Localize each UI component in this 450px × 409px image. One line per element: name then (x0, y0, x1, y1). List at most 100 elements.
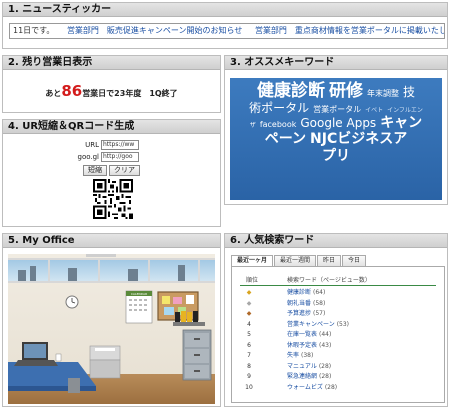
ranking-row: 10 ウォームビズ (28) (232, 383, 444, 392)
popular-search-panel: 6. 人気検索ワード 最近一ヶ月 最近一週間 昨日 今日 順位 検索ワード（ページビュ… (224, 233, 448, 407)
pageview-count: (43) (319, 341, 332, 349)
rank-number: 8 (247, 362, 251, 370)
pageview-count: (28) (318, 362, 332, 370)
keyword-link[interactable]: インフルエン (387, 107, 423, 115)
search-keyword-link[interactable]: 予算進捗 (57) (287, 309, 325, 318)
clear-button[interactable]: クリア (109, 165, 140, 176)
search-keyword-link[interactable]: マニュアル (28) (287, 362, 331, 371)
news-ticker-title: 1. ニュースティッカー (3, 3, 447, 17)
rank-number: 4 (247, 320, 251, 328)
keyword-link[interactable]: 術ポータル (249, 101, 309, 116)
keyword-link[interactable]: Google Apps (300, 117, 376, 131)
keyword-link[interactable]: プリ (322, 148, 350, 164)
popular-search-title: 6. 人気検索ワード (225, 234, 447, 248)
ticker-item[interactable]: 営業部門 販売促進キャンペーン開始のお知らせ (67, 26, 242, 35)
search-keyword-link[interactable]: ウォームビズ (28) (287, 383, 337, 392)
ranking-row: 5 在庫一覧表 (44) (232, 330, 444, 339)
remaining-prefix: あと (45, 89, 62, 98)
keyword-link[interactable]: facebook (260, 120, 297, 129)
rank-number: 10 (245, 383, 253, 391)
pageview-count: (58) (313, 299, 326, 307)
pageview-count: (53) (336, 320, 350, 328)
news-ticker: 11日です。 営業部門 販売促進キャンペーン開始のお知らせ 営業部門 重点商材情… (9, 23, 445, 39)
short-url-output[interactable]: http://goo (101, 152, 139, 162)
news-ticker-panel: 1. ニュースティッカー 11日です。 営業部門 販売促進キャンペーン開始のお知… (2, 2, 448, 49)
googl-row: goo.gl http://goo (77, 152, 139, 162)
shorten-button[interactable]: 短縮 (83, 165, 107, 176)
ranking-row: 9 緊急連絡網 (28) (232, 372, 444, 381)
pageview-count: (28) (324, 383, 338, 391)
ranking-row: 4 営業キャンペーン (53) (232, 320, 444, 329)
ranking-row: ◆ 朝礼当番 (58) (232, 299, 444, 308)
keyword-link[interactable]: ペーン (265, 131, 306, 147)
rank-column-header: 順位 (246, 277, 259, 284)
keywords-title: 3. オススメキーワード (225, 56, 447, 70)
keyword-link[interactable]: 年末調整 (367, 89, 399, 98)
tab-last-week[interactable]: 最近一週間 (274, 255, 317, 266)
ticker-item[interactable]: 営業部門 重点商材情報を営業ポータルに掲載いたしま (255, 26, 444, 35)
url-shortener-panel: 4. UR短縮＆QRコード生成 URL https://ww goo.gl http… (2, 119, 221, 227)
search-keyword[interactable]: 緊急連絡網 (287, 373, 317, 380)
tab-last-month[interactable]: 最近一ヶ月 (231, 255, 274, 266)
googl-label: goo.gl (77, 153, 100, 161)
keyword-link[interactable]: 研修 (329, 81, 363, 102)
calendar-label: CALENDAR (131, 292, 147, 296)
keyword-link[interactable]: キャン (380, 115, 422, 131)
search-keyword-link[interactable]: 緊急連絡網 (28) (287, 372, 331, 381)
search-keyword-link[interactable]: 在庫一覧表 (44) (287, 330, 331, 339)
ranking-row: ◆ 健康診断 (64) (232, 288, 444, 297)
pageview-count: (57) (313, 310, 326, 317)
pageview-count: (38) (301, 352, 314, 359)
trophy-icon: ◆ (246, 289, 252, 296)
keywords-panel: 3. オススメキーワード 健康診断 研修 年末調整技 術ポータル 営業ポータル イベトイ… (224, 55, 448, 205)
header-divider (240, 285, 436, 286)
remaining-days-panel: 2. 残り営業日表示 あと86営業日で23年度 1Q終了 (2, 55, 221, 113)
search-keyword[interactable]: 失率 (287, 352, 299, 359)
search-keyword-link[interactable]: 失率 (38) (287, 351, 313, 360)
keyword-link[interactable]: 営業ポータル (313, 105, 361, 114)
ranking-row: 8 マニュアル (28) (232, 362, 444, 371)
qr-code (93, 179, 133, 219)
keyword-link[interactable]: イベト (365, 107, 383, 115)
keyword-link[interactable]: 健康診断 (257, 81, 325, 102)
search-keyword[interactable]: 在庫一覧表 (287, 331, 317, 338)
rank-number: 5 (247, 331, 251, 338)
ranking-row: ◆ 予算進捗 (57) (232, 309, 444, 318)
url-row: URL https://ww (77, 140, 139, 150)
ticker-date: 11日です。 (13, 26, 55, 35)
search-keyword[interactable]: マニュアル (287, 363, 317, 370)
ranking-row: 6 休暇予定表 (43) (232, 341, 444, 350)
my-office-panel: 5. My Office CALENDAR (2, 233, 221, 407)
search-keyword[interactable]: 健康診断 (287, 289, 311, 296)
remaining-days-number: 86 (61, 82, 83, 100)
remaining-days-title: 2. 残り営業日表示 (3, 56, 220, 70)
url-shortener-title: 4. UR短縮＆QRコード生成 (3, 120, 220, 134)
search-keyword[interactable]: 休暇予定表 (287, 342, 317, 349)
search-keyword-link[interactable]: 健康診断 (64) (287, 288, 325, 297)
ranking-table: 順位 検索ワード（ページビュー数） ◆ 健康診断 (64) ◆ 朝礼当番 (58) ◆ 予算進… (231, 266, 445, 403)
keyword-link[interactable]: 技 (403, 85, 415, 100)
rank-number: 9 (247, 373, 251, 380)
search-keyword-link[interactable]: 朝礼当番 (58) (287, 299, 325, 308)
rank-number: 7 (247, 352, 251, 359)
url-input[interactable]: https://ww (101, 140, 139, 150)
remaining-days-text: あと86営業日で23年度 1Q終了 (3, 82, 220, 100)
tab-yesterday[interactable]: 昨日 (317, 255, 342, 266)
pageview-count: (44) (319, 331, 332, 338)
rank-number: 6 (247, 341, 251, 349)
search-keyword[interactable]: 予算進捗 (287, 310, 311, 317)
search-keyword-link[interactable]: 休暇予定表 (43) (287, 341, 331, 350)
office-illustration: CALENDAR (8, 254, 215, 404)
search-keyword[interactable]: ウォームビズ (287, 384, 323, 391)
search-keyword[interactable]: 朝礼当番 (287, 300, 311, 307)
remaining-suffix: 営業日で23年度 1Q終了 (82, 89, 178, 98)
search-keyword-link[interactable]: 営業キャンペーン (53) (287, 320, 349, 329)
pageview-count: (64) (313, 289, 326, 296)
button-row: 短縮 クリア (83, 165, 142, 176)
search-keyword[interactable]: 営業キャンペーン (287, 321, 335, 328)
keyword-link[interactable]: ザ (250, 122, 256, 130)
tab-today[interactable]: 今日 (342, 255, 367, 266)
keyword-link[interactable]: NJCビジネスア (310, 131, 407, 147)
ranking-row: 7 失率 (38) (232, 351, 444, 360)
trophy-icon: ◆ (246, 299, 252, 307)
